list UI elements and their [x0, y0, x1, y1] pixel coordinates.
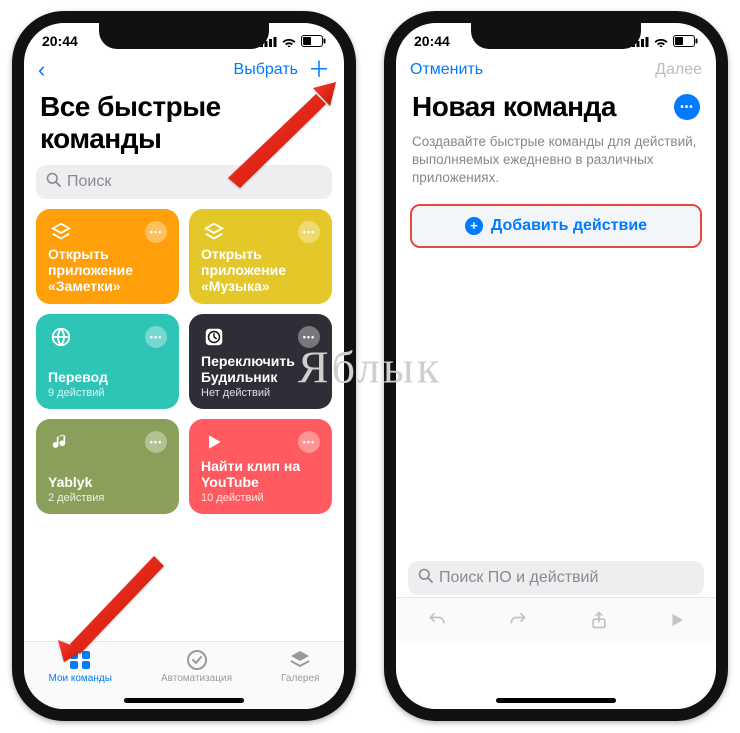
home-indicator[interactable] — [124, 698, 244, 703]
shortcut-card[interactable]: ••• Найти клип на YouTube 10 действий — [189, 419, 332, 514]
add-action-button[interactable]: + Добавить действие — [410, 204, 702, 248]
shortcut-card[interactable]: ••• Yablyk 2 действия — [36, 419, 179, 514]
card-more-button[interactable]: ••• — [145, 221, 167, 243]
annotation-arrow — [56, 550, 166, 670]
cancel-button[interactable]: Отменить — [410, 61, 483, 79]
notch — [99, 21, 269, 49]
shortcut-card[interactable]: ••• Открыть приложение «Музыка» — [189, 209, 332, 304]
music-note-icon — [48, 429, 74, 455]
add-action-label: Добавить действие — [491, 217, 647, 235]
shortcut-card[interactable]: ••• Открыть приложение «Заметки» — [36, 209, 179, 304]
run-button[interactable] — [668, 611, 686, 629]
phone-right: 20:44 Отменить Далее Новая команда ••• С… — [384, 11, 728, 721]
card-subtitle: 10 действий — [201, 492, 320, 504]
card-more-button[interactable]: ••• — [145, 326, 167, 348]
card-subtitle: 9 действий — [48, 387, 167, 399]
search-placeholder: Поиск ПО и действий — [439, 569, 598, 587]
status-time: 20:44 — [414, 33, 450, 49]
redo-button[interactable] — [507, 610, 529, 630]
search-placeholder: Поиск — [67, 173, 111, 191]
battery-icon — [673, 35, 698, 47]
search-actions-input[interactable]: Поиск ПО и действий — [408, 561, 704, 595]
options-button[interactable]: ••• — [674, 94, 700, 120]
layers-icon — [201, 219, 227, 245]
back-button[interactable]: ‹ — [38, 57, 45, 83]
tab-label: Мои команды — [49, 673, 112, 684]
chevron-left-icon: ‹ — [38, 57, 45, 83]
card-title: Yablyk — [48, 474, 167, 490]
card-more-button[interactable]: ••• — [298, 431, 320, 453]
battery-icon — [301, 35, 326, 47]
select-button[interactable]: Выбрать — [234, 61, 298, 79]
shortcut-card[interactable]: ••• Переключить Будильник Нет действий — [189, 314, 332, 409]
card-subtitle: 2 действия — [48, 492, 167, 504]
shortcuts-grid: ••• Открыть приложение «Заметки» ••• Отк… — [24, 209, 344, 514]
notch — [471, 21, 641, 49]
status-time: 20:44 — [42, 33, 78, 49]
wifi-icon — [653, 36, 669, 47]
search-icon — [418, 568, 433, 588]
tab-gallery[interactable]: Галерея — [281, 649, 319, 684]
description-text: Создавайте быстрые команды для действий,… — [396, 133, 716, 188]
home-indicator[interactable] — [496, 698, 616, 703]
card-title: Открыть приложение «Заметки» — [48, 246, 167, 294]
editor-toolbar — [396, 597, 716, 641]
plus-circle-icon: + — [465, 217, 483, 235]
clock-icon — [201, 324, 227, 350]
tab-automation[interactable]: Автоматизация — [161, 649, 232, 684]
next-button[interactable]: Далее — [655, 61, 702, 79]
navbar: Отменить Далее — [396, 53, 716, 87]
page-title: Новая команда — [412, 91, 616, 123]
tab-label: Автоматизация — [161, 673, 232, 684]
layers-icon — [48, 219, 74, 245]
card-title: Найти клип на YouTube — [201, 458, 320, 490]
share-button[interactable] — [589, 609, 609, 631]
card-title: Открыть приложение «Музыка» — [201, 246, 320, 294]
shortcut-card[interactable]: ••• Перевод 9 действий — [36, 314, 179, 409]
play-icon — [201, 429, 227, 455]
card-subtitle: Нет действий — [201, 387, 320, 399]
card-title: Перевод — [48, 369, 167, 385]
card-more-button[interactable]: ••• — [298, 221, 320, 243]
tab-label: Галерея — [281, 673, 319, 684]
globe-icon — [48, 324, 74, 350]
add-button[interactable]: ＋ — [308, 59, 330, 81]
card-title: Переключить Будильник — [201, 353, 320, 385]
wifi-icon — [281, 36, 297, 47]
card-more-button[interactable]: ••• — [145, 431, 167, 453]
annotation-arrow — [218, 80, 338, 190]
card-more-button[interactable]: ••• — [298, 326, 320, 348]
undo-button[interactable] — [426, 610, 448, 630]
search-icon — [46, 172, 61, 192]
